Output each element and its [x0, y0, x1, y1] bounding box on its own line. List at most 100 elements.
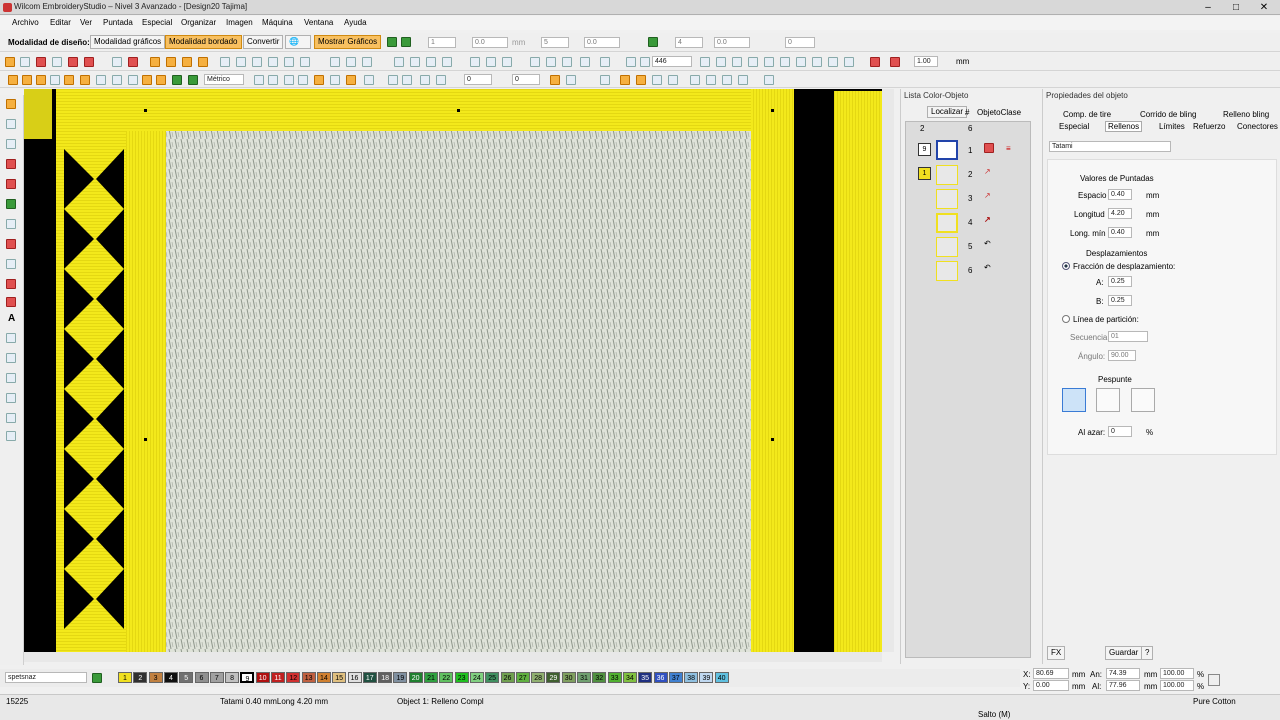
tool-icon-8[interactable]: [128, 57, 138, 67]
field-7[interactable]: 0: [785, 37, 815, 48]
save-icon[interactable]: [426, 57, 436, 67]
lock-icon[interactable]: [1208, 674, 1220, 686]
tool-icon-58[interactable]: [668, 75, 678, 85]
color-swatch[interactable]: 29: [546, 672, 561, 683]
menu-ventana[interactable]: Ventana: [300, 17, 337, 29]
menu-puntada[interactable]: Puntada: [99, 17, 137, 29]
color-swatch[interactable]: 10: [255, 672, 270, 683]
tool-icon-44[interactable]: [314, 75, 324, 85]
scale-field[interactable]: 1.00: [914, 56, 938, 67]
tab-underlay[interactable]: Refuerzo: [1193, 122, 1225, 131]
color-swatch[interactable]: 1: [118, 672, 132, 683]
locate-button[interactable]: Localizar: [927, 106, 968, 118]
digitize-icon-11[interactable]: [156, 75, 166, 85]
menu-archivo[interactable]: Archivo: [8, 17, 43, 29]
satin-icon[interactable]: [6, 159, 16, 169]
digitize-icon-2[interactable]: [22, 75, 32, 85]
tool-icon-61[interactable]: [722, 75, 732, 85]
tool-icon-14[interactable]: [236, 57, 246, 67]
width-percent[interactable]: 100.00: [1160, 668, 1194, 679]
tool-icon-63[interactable]: [764, 75, 774, 85]
backstitch-option-3[interactable]: [1131, 388, 1155, 412]
offset-b-input[interactable]: 0.25: [1108, 295, 1132, 306]
digitize-icon-3[interactable]: [36, 75, 46, 85]
tool-icon-57[interactable]: [652, 75, 662, 85]
tool-icon-49[interactable]: [402, 75, 412, 85]
color-swatch[interactable]: 14: [316, 672, 331, 683]
save-button[interactable]: Guardar: [1105, 646, 1143, 660]
print-icon[interactable]: [442, 57, 452, 67]
pen-icon[interactable]: [6, 139, 16, 149]
tool-icon-2[interactable]: [20, 57, 30, 67]
tool-icon-16[interactable]: [268, 57, 278, 67]
motif-icon[interactable]: [6, 393, 16, 403]
tool-icon-31[interactable]: [796, 57, 806, 67]
color-swatch[interactable]: 18: [378, 672, 393, 683]
fx-button[interactable]: FX: [1047, 646, 1066, 660]
tool-icon-41[interactable]: [268, 75, 278, 85]
tool-icon-42[interactable]: [284, 75, 294, 85]
digitize-icon-10[interactable]: [142, 75, 152, 85]
minimize-button[interactable]: –: [1194, 0, 1222, 14]
angle-field-2[interactable]: 0: [512, 74, 540, 85]
digitize-icon-1[interactable]: [8, 75, 18, 85]
partition-radio[interactable]: [1062, 315, 1070, 323]
reshape-icon[interactable]: [6, 119, 16, 129]
horizontal-scrollbar[interactable]: [24, 652, 882, 662]
tool-icon-56[interactable]: [636, 75, 646, 85]
color-swatch[interactable]: 20: [408, 672, 423, 683]
object-preview-5[interactable]: [936, 237, 958, 257]
tool-icon-21[interactable]: [362, 57, 372, 67]
tool-icon-47[interactable]: [364, 75, 374, 85]
tool-icon-59[interactable]: [690, 75, 700, 85]
backstitch-option-1[interactable]: [1062, 388, 1086, 412]
menu-ayuda[interactable]: Ayuda: [340, 17, 371, 29]
menu-editar[interactable]: Editar: [46, 17, 75, 29]
paste-icon[interactable]: [562, 57, 572, 67]
tool-icon-27[interactable]: [732, 57, 742, 67]
object-preview-3[interactable]: [936, 189, 958, 209]
tool-icon-12[interactable]: [198, 57, 208, 67]
color-swatch[interactable]: 34: [622, 672, 637, 683]
tool-icon-25[interactable]: [700, 57, 710, 67]
circle-icon[interactable]: [6, 279, 16, 289]
digitize-icon-7[interactable]: [96, 75, 106, 85]
field-1[interactable]: 1: [428, 37, 456, 48]
metric-select[interactable]: Métrico: [204, 74, 244, 85]
color-swatch[interactable]: 39: [699, 672, 714, 683]
tool-icon-43[interactable]: [298, 75, 308, 85]
tab-pull-comp[interactable]: Comp. de tire: [1063, 110, 1111, 119]
menu-organizar[interactable]: Organizar: [177, 17, 220, 29]
color-swatch[interactable]: 22: [439, 672, 454, 683]
field-2[interactable]: 0.0: [472, 37, 508, 48]
tab-bling-fill[interactable]: Relleno bling: [1223, 110, 1269, 119]
tool-icon-34[interactable]: [844, 57, 854, 67]
color-swatch[interactable]: 40: [714, 672, 729, 683]
new-icon[interactable]: [394, 57, 404, 67]
show-graphics-button[interactable]: Mostrar Gráficos: [314, 35, 382, 49]
field-5[interactable]: 4: [675, 37, 703, 48]
tool-icon-1[interactable]: [5, 57, 15, 67]
tool-icon-46[interactable]: [346, 75, 356, 85]
menu-ver[interactable]: Ver: [76, 17, 96, 29]
object-preview-6[interactable]: [936, 261, 958, 281]
hoop-icon[interactable]: [6, 431, 16, 441]
color-swatch[interactable]: 11: [271, 672, 285, 683]
arc-icon[interactable]: [6, 297, 16, 307]
color-swatch[interactable]: 9: [240, 672, 255, 683]
color-swatch[interactable]: 7: [209, 672, 224, 683]
tool-icon-35[interactable]: [870, 57, 880, 67]
tool-icon-3[interactable]: [36, 57, 46, 67]
color-object-list[interactable]: 2 6 9 1 ≡ 1 2 ↗ 3 ↗ 4 ↗ 5 ↶ 6 ↶: [905, 121, 1031, 658]
height-value[interactable]: 77.96: [1106, 680, 1140, 691]
close-button[interactable]: ✕: [1250, 0, 1278, 14]
tool-icon-48[interactable]: [388, 75, 398, 85]
tool-icon-24[interactable]: [502, 57, 512, 67]
color-swatch[interactable]: 28: [531, 672, 546, 683]
color-swatch[interactable]: 38: [684, 672, 699, 683]
tool-icon-29[interactable]: [764, 57, 774, 67]
tool-icon-10[interactable]: [166, 57, 176, 67]
applique-icon[interactable]: [6, 353, 16, 363]
help-button[interactable]: ?: [1141, 646, 1154, 660]
tool-icon-28[interactable]: [748, 57, 758, 67]
